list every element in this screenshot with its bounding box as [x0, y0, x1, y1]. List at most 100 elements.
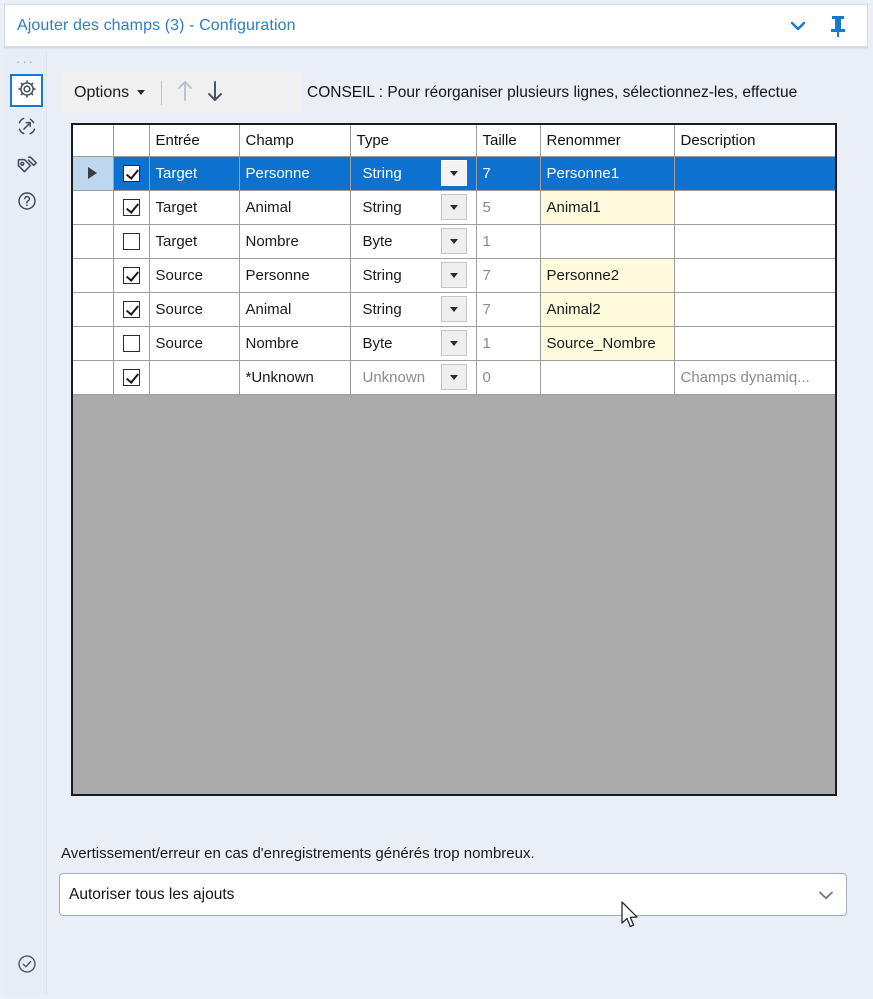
sidebar-item-label[interactable]: [10, 149, 43, 182]
cell-taille[interactable]: 7: [476, 156, 541, 191]
cell-type[interactable]: String: [350, 156, 477, 191]
cell-description[interactable]: [674, 224, 835, 259]
sidebar-item-status-ok[interactable]: [10, 949, 43, 982]
row-checkbox-cell[interactable]: [113, 292, 150, 327]
cell-type[interactable]: String: [350, 190, 477, 225]
cell-type[interactable]: Byte: [350, 326, 477, 361]
row-selector-cell[interactable]: [73, 190, 114, 225]
overflow-behavior-value: Autoriser tous les ajouts: [69, 885, 235, 903]
pin-icon[interactable]: [825, 13, 851, 39]
cell-taille[interactable]: 1: [476, 224, 541, 259]
arrow-down-icon: [205, 78, 225, 108]
table-row[interactable]: Source Animal String 7 Animal2: [73, 292, 835, 327]
column-header-description[interactable]: Description: [674, 125, 835, 157]
cell-description[interactable]: [674, 190, 835, 225]
cell-renommer[interactable]: Animal2: [540, 292, 675, 327]
row-selector-cell[interactable]: [73, 292, 114, 327]
cell-champ[interactable]: Personne: [239, 258, 351, 293]
column-header-renommer[interactable]: Renommer: [540, 125, 675, 157]
type-dropdown-button[interactable]: [440, 160, 467, 186]
row-selector-cell[interactable]: [73, 326, 114, 361]
row-selector-cell[interactable]: [73, 360, 114, 395]
move-up-button[interactable]: [170, 77, 200, 109]
column-header-champ[interactable]: Champ: [239, 125, 351, 157]
cell-taille[interactable]: 7: [476, 292, 541, 327]
sidebar-item-annotation[interactable]: [10, 111, 43, 144]
cell-champ[interactable]: Personne: [239, 156, 351, 191]
move-down-button[interactable]: [200, 77, 230, 109]
cell-type[interactable]: Unknown: [350, 360, 477, 395]
cell-type[interactable]: String: [350, 258, 477, 293]
include-field-checkbox[interactable]: [122, 164, 140, 182]
table-row[interactable]: Source Personne String 7 Personne2: [73, 258, 835, 293]
cell-renommer[interactable]: Animal1: [540, 190, 675, 225]
cell-renommer[interactable]: [540, 360, 675, 395]
cell-entree[interactable]: Source: [149, 326, 240, 361]
row-selector-cell[interactable]: [73, 258, 114, 293]
chevron-down-icon[interactable]: [806, 874, 846, 915]
table-row[interactable]: Target Nombre Byte 1: [73, 224, 835, 259]
row-checkbox-cell[interactable]: [113, 224, 150, 259]
cell-description[interactable]: [674, 156, 835, 191]
column-header-entree[interactable]: Entrée: [149, 125, 240, 157]
row-selector-cell[interactable]: [73, 224, 114, 259]
cell-description[interactable]: [674, 258, 835, 293]
type-dropdown-button[interactable]: [440, 364, 467, 390]
sidebar-item-help[interactable]: [10, 186, 43, 219]
cell-renommer[interactable]: Personne1: [540, 156, 675, 191]
cell-taille[interactable]: 0: [476, 360, 541, 395]
type-dropdown-button[interactable]: [440, 296, 467, 322]
cell-renommer[interactable]: Personne2: [540, 258, 675, 293]
cell-champ[interactable]: *Unknown: [239, 360, 351, 395]
check-circle-icon: [16, 953, 38, 979]
cell-taille[interactable]: 5: [476, 190, 541, 225]
include-field-checkbox[interactable]: [122, 232, 140, 250]
row-checkbox-cell[interactable]: [113, 360, 150, 395]
include-field-checkbox[interactable]: [122, 198, 140, 216]
sidebar-item-configuration[interactable]: [10, 74, 43, 107]
include-field-checkbox[interactable]: [122, 368, 140, 386]
rail-drag-handle[interactable]: ···: [4, 55, 47, 68]
type-dropdown-button[interactable]: [440, 262, 467, 288]
table-row[interactable]: Source Nombre Byte 1 Source_Nombre: [73, 326, 835, 361]
cell-entree[interactable]: [149, 360, 240, 395]
overflow-behavior-select[interactable]: Autoriser tous les ajouts: [59, 873, 847, 916]
cell-entree[interactable]: Target: [149, 224, 240, 259]
table-row[interactable]: *Unknown Unknown 0 Champs dynamiq...: [73, 360, 835, 395]
table-row[interactable]: Target Personne String 7 Personne1: [73, 156, 835, 191]
include-field-checkbox[interactable]: [122, 266, 140, 284]
cell-champ[interactable]: Nombre: [239, 224, 351, 259]
row-checkbox-cell[interactable]: [113, 326, 150, 361]
chevron-down-icon[interactable]: [785, 13, 811, 39]
cell-type[interactable]: String: [350, 292, 477, 327]
include-field-checkbox[interactable]: [122, 300, 140, 318]
type-dropdown-button[interactable]: [440, 228, 467, 254]
type-dropdown-button[interactable]: [440, 330, 467, 356]
cell-description[interactable]: [674, 292, 835, 327]
cell-description[interactable]: Champs dynamiq...: [674, 360, 835, 395]
row-selector-cell[interactable]: [73, 156, 114, 191]
cell-type[interactable]: Byte: [350, 224, 477, 259]
cell-champ[interactable]: Nombre: [239, 326, 351, 361]
cell-entree[interactable]: Target: [149, 190, 240, 225]
cell-renommer[interactable]: Source_Nombre: [540, 326, 675, 361]
cell-taille[interactable]: 1: [476, 326, 541, 361]
cell-taille[interactable]: 7: [476, 258, 541, 293]
fields-grid[interactable]: Entrée Champ Type Taille Renommer Descri…: [71, 123, 837, 796]
row-checkbox-cell[interactable]: [113, 258, 150, 293]
cell-champ[interactable]: Animal: [239, 292, 351, 327]
column-header-taille[interactable]: Taille: [476, 125, 541, 157]
options-button[interactable]: Options: [62, 82, 155, 104]
cell-entree[interactable]: Source: [149, 292, 240, 327]
cell-entree[interactable]: Target: [149, 156, 240, 191]
type-dropdown-button[interactable]: [440, 194, 467, 220]
table-row[interactable]: Target Animal String 5 Animal1: [73, 190, 835, 225]
cell-description[interactable]: [674, 326, 835, 361]
cell-renommer[interactable]: [540, 224, 675, 259]
column-header-type[interactable]: Type: [350, 125, 477, 157]
cell-champ[interactable]: Animal: [239, 190, 351, 225]
row-checkbox-cell[interactable]: [113, 190, 150, 225]
row-checkbox-cell[interactable]: [113, 156, 150, 191]
cell-entree[interactable]: Source: [149, 258, 240, 293]
include-field-checkbox[interactable]: [122, 334, 140, 352]
